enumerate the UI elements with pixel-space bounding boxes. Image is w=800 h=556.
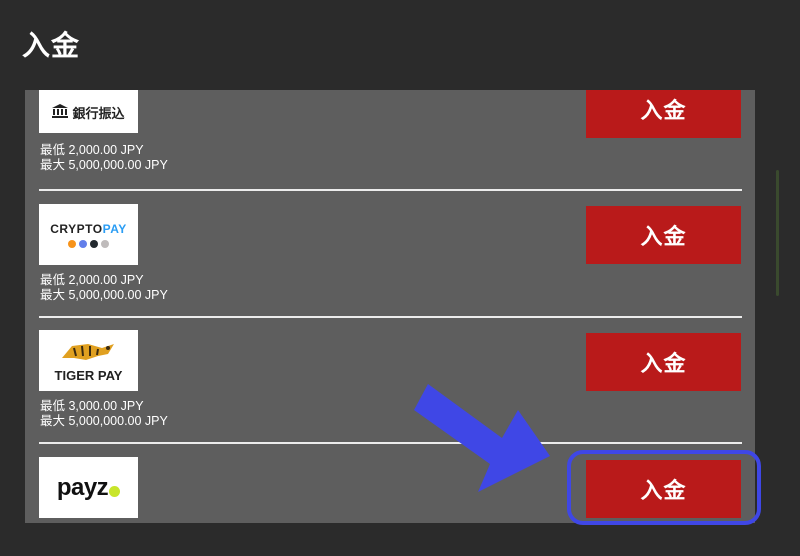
bank-logo-text: 銀行振込 (72, 107, 125, 122)
min-amount: 最低 2,000.00 JPY (40, 143, 144, 157)
scrollbar[interactable] (776, 170, 779, 296)
deposit-button-tigerpay[interactable]: 入金 (586, 333, 741, 391)
payment-method-tigerpay: TIGER PAY 最低 3,000.00 JPY 最大 5,000,000.0… (25, 330, 755, 456)
max-amount: 最大 5,000,000.00 JPY (40, 158, 168, 172)
tigerpay-logo: TIGER PAY (39, 330, 138, 391)
deposit-button-bank-transfer[interactable]: 入金 (586, 90, 741, 138)
cryptopay-logo-text-b: PAY (102, 221, 127, 236)
arrow-icon (414, 384, 550, 492)
cryptopay-limits: 最低 2,000.00 JPY 最大 5,000,000.00 JPY (40, 273, 168, 303)
divider (39, 316, 742, 318)
ripple-icon (90, 239, 98, 248)
deposit-button-cryptopay[interactable]: 入金 (586, 206, 741, 264)
max-amount: 最大 5,000,000.00 JPY (40, 414, 168, 428)
payment-method-cryptopay: CRYPTOPAY 最低 2,000.00 JPY 最大 5,000,000.0… (25, 204, 755, 330)
payment-method-bank-transfer: 銀行振込 最低 2,000.00 JPY 最大 5,000,000.00 JPY… (25, 90, 755, 198)
min-amount: 最低 2,000.00 JPY (40, 273, 144, 287)
divider (39, 442, 742, 444)
tigerpay-limits: 最低 3,000.00 JPY 最大 5,000,000.00 JPY (40, 399, 168, 429)
tigerpay-logo-text: TIGER PAY (54, 368, 123, 383)
payz-logo-text: payz (56, 473, 109, 501)
bank-transfer-logo: 銀行振込 (39, 90, 138, 133)
payz-logo: payz (39, 457, 138, 518)
payz-dot-icon (109, 486, 121, 497)
bitcoin-icon (68, 239, 76, 248)
cryptopay-logo: CRYPTOPAY (39, 204, 138, 265)
bank-limits: 最低 2,000.00 JPY 最大 5,000,000.00 JPY (40, 143, 168, 173)
coin-icons (50, 239, 127, 248)
highlight-box (567, 450, 761, 525)
min-amount: 最低 3,000.00 JPY (40, 399, 144, 413)
max-amount: 最大 5,000,000.00 JPY (40, 288, 168, 302)
litecoin-icon (101, 239, 109, 248)
divider (39, 189, 742, 191)
page-title: 入金 (22, 29, 81, 62)
ethereum-icon (79, 239, 87, 248)
cryptopay-logo-text-a: CRYPTO (50, 221, 103, 236)
bank-icon (52, 103, 69, 122)
